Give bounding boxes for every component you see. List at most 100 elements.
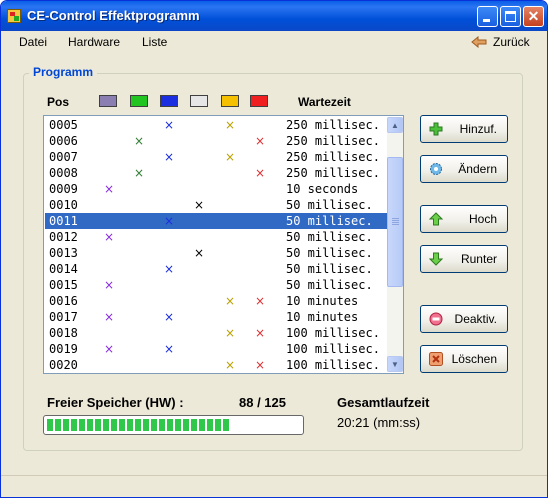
menu-datei[interactable]: Datei [19,35,47,49]
channel-swatch [190,95,208,107]
row-wait-time: 10 seconds [286,182,359,196]
scroll-up-icon[interactable]: ▲ [387,117,403,133]
list-item[interactable]: 0006 × × 250 millisec. [45,133,387,149]
status-bar [1,475,547,497]
channel-mark-icon: × [163,310,175,324]
row-wait-time: 100 millisec. [286,342,380,356]
window-title: CE-Control Effektprogramm [27,8,200,23]
row-wait-time: 50 millisec. [286,246,373,260]
channel-mark-icon: × [224,150,236,164]
channel-mark-icon: × [254,358,266,372]
channel-mark-icon: × [163,150,175,164]
menu-liste[interactable]: Liste [142,35,167,49]
up-label: Hoch [468,212,497,226]
row-position: 0018 [49,326,78,340]
row-position: 0014 [49,262,78,276]
channel-swatch [99,95,117,107]
channel-mark-icon: × [133,134,145,148]
channel-swatch [160,95,178,107]
edit-button[interactable]: Ändern [420,155,508,183]
list-item[interactable]: 0012 × 50 millisec. [45,229,387,245]
row-wait-time: 50 millisec. [286,214,373,228]
row-wait-time: 50 millisec. [286,230,373,244]
row-wait-time: 250 millisec. [286,134,380,148]
row-wait-time: 250 millisec. [286,166,380,180]
channel-swatch [130,95,148,107]
down-button[interactable]: Runter [420,245,508,273]
channel-mark-icon: × [163,214,175,228]
plus-icon [429,122,443,136]
list-item[interactable]: 0008 × × 250 millisec. [45,165,387,181]
list-item[interactable]: 0016 × × 10 minutes [45,293,387,309]
channel-mark-icon: × [193,246,205,260]
channel-mark-icon: × [163,118,175,132]
list-item[interactable]: 0009 × 10 seconds [45,181,387,197]
memory-progress-fill [47,419,229,431]
row-position: 0007 [49,150,78,164]
channel-mark-icon: × [224,358,236,372]
channel-mark-icon: × [193,198,205,212]
close-button[interactable]: ✕ [523,6,544,27]
channel-mark-icon: × [103,310,115,324]
deactivate-button[interactable]: Deaktiv. [420,305,508,333]
up-button[interactable]: Hoch [420,205,508,233]
grip-icon [392,218,399,219]
list-item[interactable]: 0010 × 50 millisec. [45,197,387,213]
channel-mark-icon: × [254,294,266,308]
delete-button[interactable]: Löschen [420,345,508,373]
channel-mark-icon: × [254,326,266,340]
runtime-value: 20:21 (mm:ss) [337,415,421,430]
add-button[interactable]: Hinzuf. [420,115,508,143]
app-icon [7,9,21,23]
row-wait-time: 50 millisec. [286,278,373,292]
stop-icon [429,312,443,326]
list-item[interactable]: 0013 × 50 millisec. [45,245,387,261]
delete-x-icon [429,352,443,366]
list-item[interactable]: 0005 × × 250 millisec. [45,117,387,133]
channel-swatch [221,95,239,107]
row-position: 0009 [49,182,78,196]
list-item[interactable]: 0014 × 50 millisec. [45,261,387,277]
list-scrollbar[interactable]: ▲ ▼ [387,117,403,372]
channel-mark-icon: × [224,326,236,340]
channel-mark-icon: × [254,134,266,148]
delete-label: Löschen [451,352,497,366]
channel-mark-icon: × [103,278,115,292]
channel-mark-icon: × [254,166,266,180]
close-icon: ✕ [527,8,540,24]
scroll-down-icon[interactable]: ▼ [387,356,403,372]
wait-header: Wartezeit [298,95,351,109]
menu-bar: Datei Hardware Liste Zurück [1,31,547,53]
maximize-button[interactable] [500,6,521,27]
deactivate-label: Deaktiv. [454,312,497,326]
list-item[interactable]: 0007 × × 250 millisec. [45,149,387,165]
row-wait-time: 10 minutes [286,294,359,308]
list-item[interactable]: 0019 × × 100 millisec. [45,341,387,357]
row-wait-time: 250 millisec. [286,150,380,164]
row-wait-time: 50 millisec. [286,198,373,212]
scroll-thumb[interactable] [387,157,403,287]
row-position: 0016 [49,294,78,308]
list-item[interactable]: 0018 × × 100 millisec. [45,325,387,341]
list-item[interactable]: 0020 × × 100 millisec. [45,357,387,373]
memory-value: 88 / 125 [239,395,286,410]
channel-swatch [250,95,268,107]
minimize-button[interactable] [477,6,498,27]
channel-mark-icon: × [133,166,145,180]
add-label: Hinzuf. [459,122,497,136]
row-position: 0008 [49,166,78,180]
list-item[interactable]: 0015 × 50 millisec. [45,277,387,293]
arrow-down-icon [429,252,443,266]
app-window: CE-Control Effektprogramm ✕ Datei Hardwa… [0,0,548,498]
list-item[interactable]: 0011 × 50 millisec. [45,213,387,229]
program-list[interactable]: 0005 × × 250 millisec. 0006 × × 250 millisec. 00… [43,115,404,374]
list-item[interactable]: 0017 × × 10 minutes [45,309,387,325]
row-wait-time: 100 millisec. [286,326,380,340]
title-bar[interactable]: CE-Control Effektprogramm ✕ [1,1,547,31]
row-position: 0010 [49,198,78,212]
channel-mark-icon: × [163,342,175,356]
back-button[interactable]: Zurück [471,34,530,50]
menu-hardware[interactable]: Hardware [68,35,120,49]
row-position: 0013 [49,246,78,260]
channel-mark-icon: × [103,342,115,356]
